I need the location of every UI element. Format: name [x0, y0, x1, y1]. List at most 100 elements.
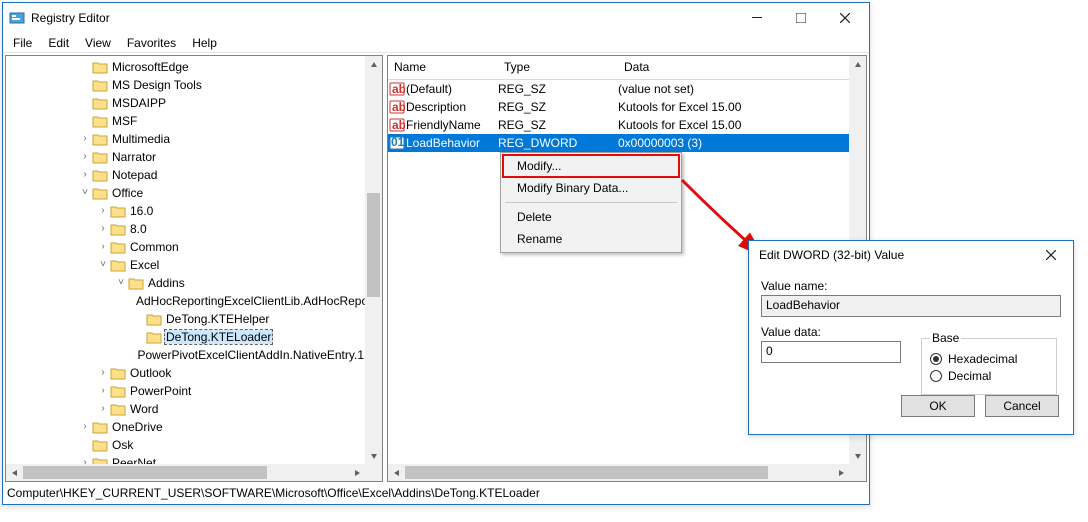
tree-scrollbar-h[interactable]: [6, 464, 365, 481]
value-row[interactable]: abFriendlyNameREG_SZKutools for Excel 15…: [388, 116, 849, 134]
folder-icon: [128, 276, 144, 290]
value-row[interactable]: 0110LoadBehaviorREG_DWORD0x00000003 (3): [388, 134, 849, 152]
context-menu[interactable]: Modify... Modify Binary Data... Delete R…: [500, 152, 682, 253]
tree-node[interactable]: ›Notepad: [6, 166, 365, 184]
folder-icon: [92, 114, 108, 128]
radio-hex[interactable]: Hexadecimal: [930, 352, 1048, 366]
tree-node[interactable]: ˅Office: [6, 184, 365, 202]
tree-pane[interactable]: MicrosoftEdgeMS Design ToolsMSDAIPP MSF › M…: [5, 55, 383, 482]
twisty-icon[interactable]: ›: [96, 242, 110, 252]
folder-icon: [92, 186, 108, 200]
value-row[interactable]: ab(Default)REG_SZ(value not set): [388, 80, 849, 98]
folder-icon: [92, 96, 108, 110]
tree-node[interactable]: MSDAIPP: [6, 94, 365, 112]
dialog-titlebar[interactable]: Edit DWORD (32-bit) Value: [749, 241, 1073, 269]
tree-node[interactable]: MS Design Tools: [6, 76, 365, 94]
value-name-field: LoadBehavior: [761, 295, 1061, 317]
tree-label: Narrator: [111, 150, 157, 164]
tree-label: Multimedia: [111, 132, 171, 146]
tree-node[interactable]: ›PowerPoint: [6, 382, 365, 400]
ctx-rename[interactable]: Rename: [503, 228, 679, 250]
twisty-icon[interactable]: ˅: [78, 188, 92, 198]
value-data-field[interactable]: 0: [761, 341, 901, 363]
tree-node[interactable]: ˅Excel: [6, 256, 365, 274]
menu-help[interactable]: Help: [186, 35, 223, 51]
tree-label: DeTong.KTELoader: [165, 330, 272, 344]
tree-node[interactable]: Osk: [6, 436, 365, 454]
scroll-up-icon[interactable]: [365, 56, 382, 73]
folder-icon: [92, 420, 108, 434]
tree-node[interactable]: MicrosoftEdge: [6, 58, 365, 76]
twisty-icon[interactable]: ›: [96, 368, 110, 378]
twisty-icon[interactable]: ›: [78, 422, 92, 432]
tree-label: Outlook: [129, 366, 172, 380]
tree-label: Addins: [147, 276, 186, 290]
tree-node[interactable]: ›16.0: [6, 202, 365, 220]
registry-editor-window: Registry Editor File Edit View Favorites…: [2, 2, 870, 505]
dialog-title: Edit DWORD (32-bit) Value: [755, 248, 1031, 262]
svg-text:ab: ab: [392, 118, 405, 132]
value-type-icon: ab: [388, 99, 406, 115]
col-data[interactable]: Data: [618, 56, 849, 79]
tree-node[interactable]: ˅ Addins: [6, 274, 365, 292]
cancel-button[interactable]: Cancel: [985, 395, 1059, 417]
menu-view[interactable]: View: [79, 35, 117, 51]
scroll-down-icon[interactable]: [365, 447, 382, 464]
titlebar[interactable]: Registry Editor: [3, 3, 869, 33]
scroll-up-icon[interactable]: [849, 56, 866, 73]
tree-node[interactable]: ›OneDrive: [6, 418, 365, 436]
tree-node[interactable]: ›Word: [6, 400, 365, 418]
tree-scrollbar-v[interactable]: [365, 56, 382, 464]
scroll-down-icon[interactable]: [849, 447, 866, 464]
tree-node[interactable]: › Narrator: [6, 148, 365, 166]
list-scrollbar-h[interactable]: [388, 464, 849, 481]
col-type[interactable]: Type: [498, 56, 618, 79]
regedit-icon: [9, 10, 25, 26]
menubar[interactable]: File Edit View Favorites Help: [3, 33, 869, 53]
folder-icon: [146, 330, 162, 344]
minimize-button[interactable]: [735, 4, 779, 32]
twisty-icon[interactable]: ›: [78, 170, 92, 180]
tree-node[interactable]: ›Common: [6, 238, 365, 256]
ctx-delete[interactable]: Delete: [503, 206, 679, 228]
menu-file[interactable]: File: [7, 35, 38, 51]
tree-label: MSF: [111, 114, 138, 128]
tree-node[interactable]: DeTong.KTEHelper: [6, 310, 365, 328]
twisty-icon[interactable]: ›: [78, 152, 92, 162]
tree-node[interactable]: ›8.0: [6, 220, 365, 238]
tree-node[interactable]: DeTong.KTELoader: [6, 328, 365, 346]
ctx-modify[interactable]: Modify...: [503, 155, 679, 177]
maximize-button[interactable]: [779, 4, 823, 32]
close-button[interactable]: [823, 4, 867, 32]
scroll-right-icon[interactable]: [348, 464, 365, 481]
ok-button[interactable]: OK: [901, 395, 975, 417]
tree-label: PowerPivotExcelClientAddIn.NativeEntry.1: [136, 348, 365, 362]
menu-edit[interactable]: Edit: [42, 35, 75, 51]
tree-node[interactable]: ›PeerNet: [6, 454, 365, 464]
twisty-icon[interactable]: ›: [96, 206, 110, 216]
tree-node[interactable]: MSF: [6, 112, 365, 130]
scroll-left-icon[interactable]: [6, 464, 23, 481]
ctx-modify-binary[interactable]: Modify Binary Data...: [503, 177, 679, 199]
twisty-icon[interactable]: ›: [78, 134, 92, 144]
tree-node[interactable]: AdHocReportingExcelClientLib.AdHocReport…: [6, 292, 365, 310]
col-name[interactable]: Name: [388, 56, 498, 79]
twisty-icon[interactable]: ›: [96, 224, 110, 234]
tree-node[interactable]: PowerPivotExcelClientAddIn.NativeEntry.1: [6, 346, 365, 364]
scroll-right-icon[interactable]: [832, 464, 849, 481]
menu-favorites[interactable]: Favorites: [121, 35, 182, 51]
value-row[interactable]: abDescriptionREG_SZKutools for Excel 15.…: [388, 98, 849, 116]
cell-data: Kutools for Excel 15.00: [618, 100, 741, 114]
edit-dword-dialog: Edit DWORD (32-bit) Value Value name: Lo…: [748, 240, 1074, 435]
list-header[interactable]: Name Type Data: [388, 56, 849, 80]
radio-dec[interactable]: Decimal: [930, 369, 1048, 383]
tree-node[interactable]: › Outlook: [6, 364, 365, 382]
tree-node[interactable]: › Multimedia: [6, 130, 365, 148]
scroll-left-icon[interactable]: [388, 464, 405, 481]
value-type-icon: 0110: [388, 135, 406, 151]
twisty-icon[interactable]: ˅: [96, 260, 110, 270]
dialog-close-button[interactable]: [1031, 242, 1071, 268]
twisty-icon[interactable]: ˅: [114, 278, 128, 288]
twisty-icon[interactable]: ›: [96, 404, 110, 414]
twisty-icon[interactable]: ›: [96, 386, 110, 396]
